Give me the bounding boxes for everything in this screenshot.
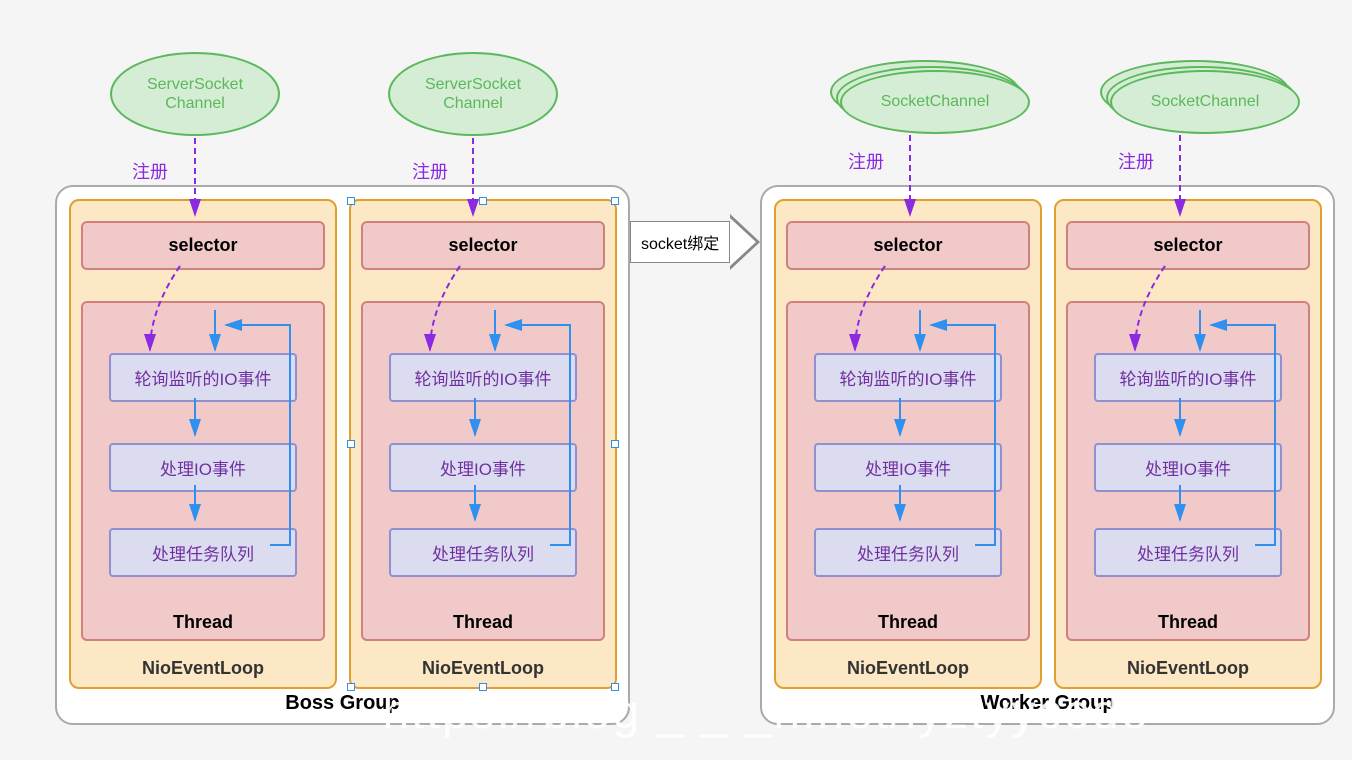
nio-event-loop-boss-2: selector 轮询监听的IO事件 处理IO事件 处理任务队列 Thread … [349,199,617,689]
selector-box: selector [786,221,1030,270]
register-label-4: 注册 [1118,148,1154,174]
ellipse-label: ServerSocket Channel [425,75,521,113]
step-poll-io: 轮询监听的IO事件 [389,353,577,402]
nio-event-loop-worker-2: selector 轮询监听的IO事件 处理IO事件 处理任务队列 Thread … [1054,199,1322,689]
thread-box: 轮询监听的IO事件 处理IO事件 处理任务队列 Thread [361,301,605,641]
ellipse-label: ServerSocket Channel [147,75,243,113]
step-poll-io: 轮询监听的IO事件 [109,353,297,402]
socket-bind-label: socket绑定 [630,221,730,263]
register-label-2: 注册 [412,158,448,184]
thread-label: Thread [878,612,938,633]
eventloop-label: NioEventLoop [422,658,544,679]
selector-box: selector [361,221,605,270]
step-task-queue: 处理任务队列 [814,528,1002,577]
socket-channel-stack-1: SocketChannel [840,70,1030,134]
register-label-1: 注册 [132,158,168,184]
register-label-3: 注册 [848,148,884,174]
nio-event-loop-boss-1: selector 轮询监听的IO事件 处理IO事件 处理任务队列 Thread … [69,199,337,689]
selection-handle [479,197,487,205]
step-task-queue: 处理任务队列 [389,528,577,577]
selection-handle [611,683,619,691]
thread-label: Thread [173,612,233,633]
socket-channel-stack-2: SocketChannel [1110,70,1300,134]
selection-handle [611,440,619,448]
eventloop-label: NioEventLoop [847,658,969,679]
step-task-queue: 处理任务队列 [1094,528,1282,577]
worker-group-title: Worker Group [980,692,1114,715]
selection-handle [611,197,619,205]
selector-box: selector [1066,221,1310,270]
selector-label: selector [168,235,237,255]
worker-group: Worker Group selector 轮询监听的IO事件 处理IO事件 处… [760,185,1335,725]
thread-label: Thread [1158,612,1218,633]
eventloop-label: NioEventLoop [142,658,264,679]
boss-group: Boss Group selector 轮询监听的IO事件 处理IO事件 处理任… [55,185,630,725]
socket-bind-arrow: socket绑定 [630,214,760,270]
arrow-head-icon [730,214,760,270]
server-socket-channel-2: ServerSocket Channel [388,52,558,136]
selection-handle [347,440,355,448]
server-socket-channel-1: ServerSocket Channel [110,52,280,136]
selector-label: selector [1153,235,1222,255]
step-handle-io: 处理IO事件 [389,443,577,492]
step-task-queue: 处理任务队列 [109,528,297,577]
selection-handle [479,683,487,691]
thread-box: 轮询监听的IO事件 处理IO事件 处理任务队列 Thread [786,301,1030,641]
selection-handle [347,197,355,205]
step-handle-io: 处理IO事件 [109,443,297,492]
selector-label: selector [448,235,517,255]
boss-group-title: Boss Group [285,692,399,715]
nio-event-loop-worker-1: selector 轮询监听的IO事件 处理IO事件 处理任务队列 Thread … [774,199,1042,689]
ellipse-label: SocketChannel [881,92,990,111]
selector-box: selector [81,221,325,270]
eventloop-label: NioEventLoop [1127,658,1249,679]
thread-box: 轮询监听的IO事件 处理IO事件 处理任务队列 Thread [81,301,325,641]
step-poll-io: 轮询监听的IO事件 [1094,353,1282,402]
selector-label: selector [873,235,942,255]
selection-handle [347,683,355,691]
step-poll-io: 轮询监听的IO事件 [814,353,1002,402]
thread-box: 轮询监听的IO事件 处理IO事件 处理任务队列 Thread [1066,301,1310,641]
step-handle-io: 处理IO事件 [1094,443,1282,492]
thread-label: Thread [453,612,513,633]
step-handle-io: 处理IO事件 [814,443,1002,492]
ellipse-label: SocketChannel [1151,92,1260,111]
